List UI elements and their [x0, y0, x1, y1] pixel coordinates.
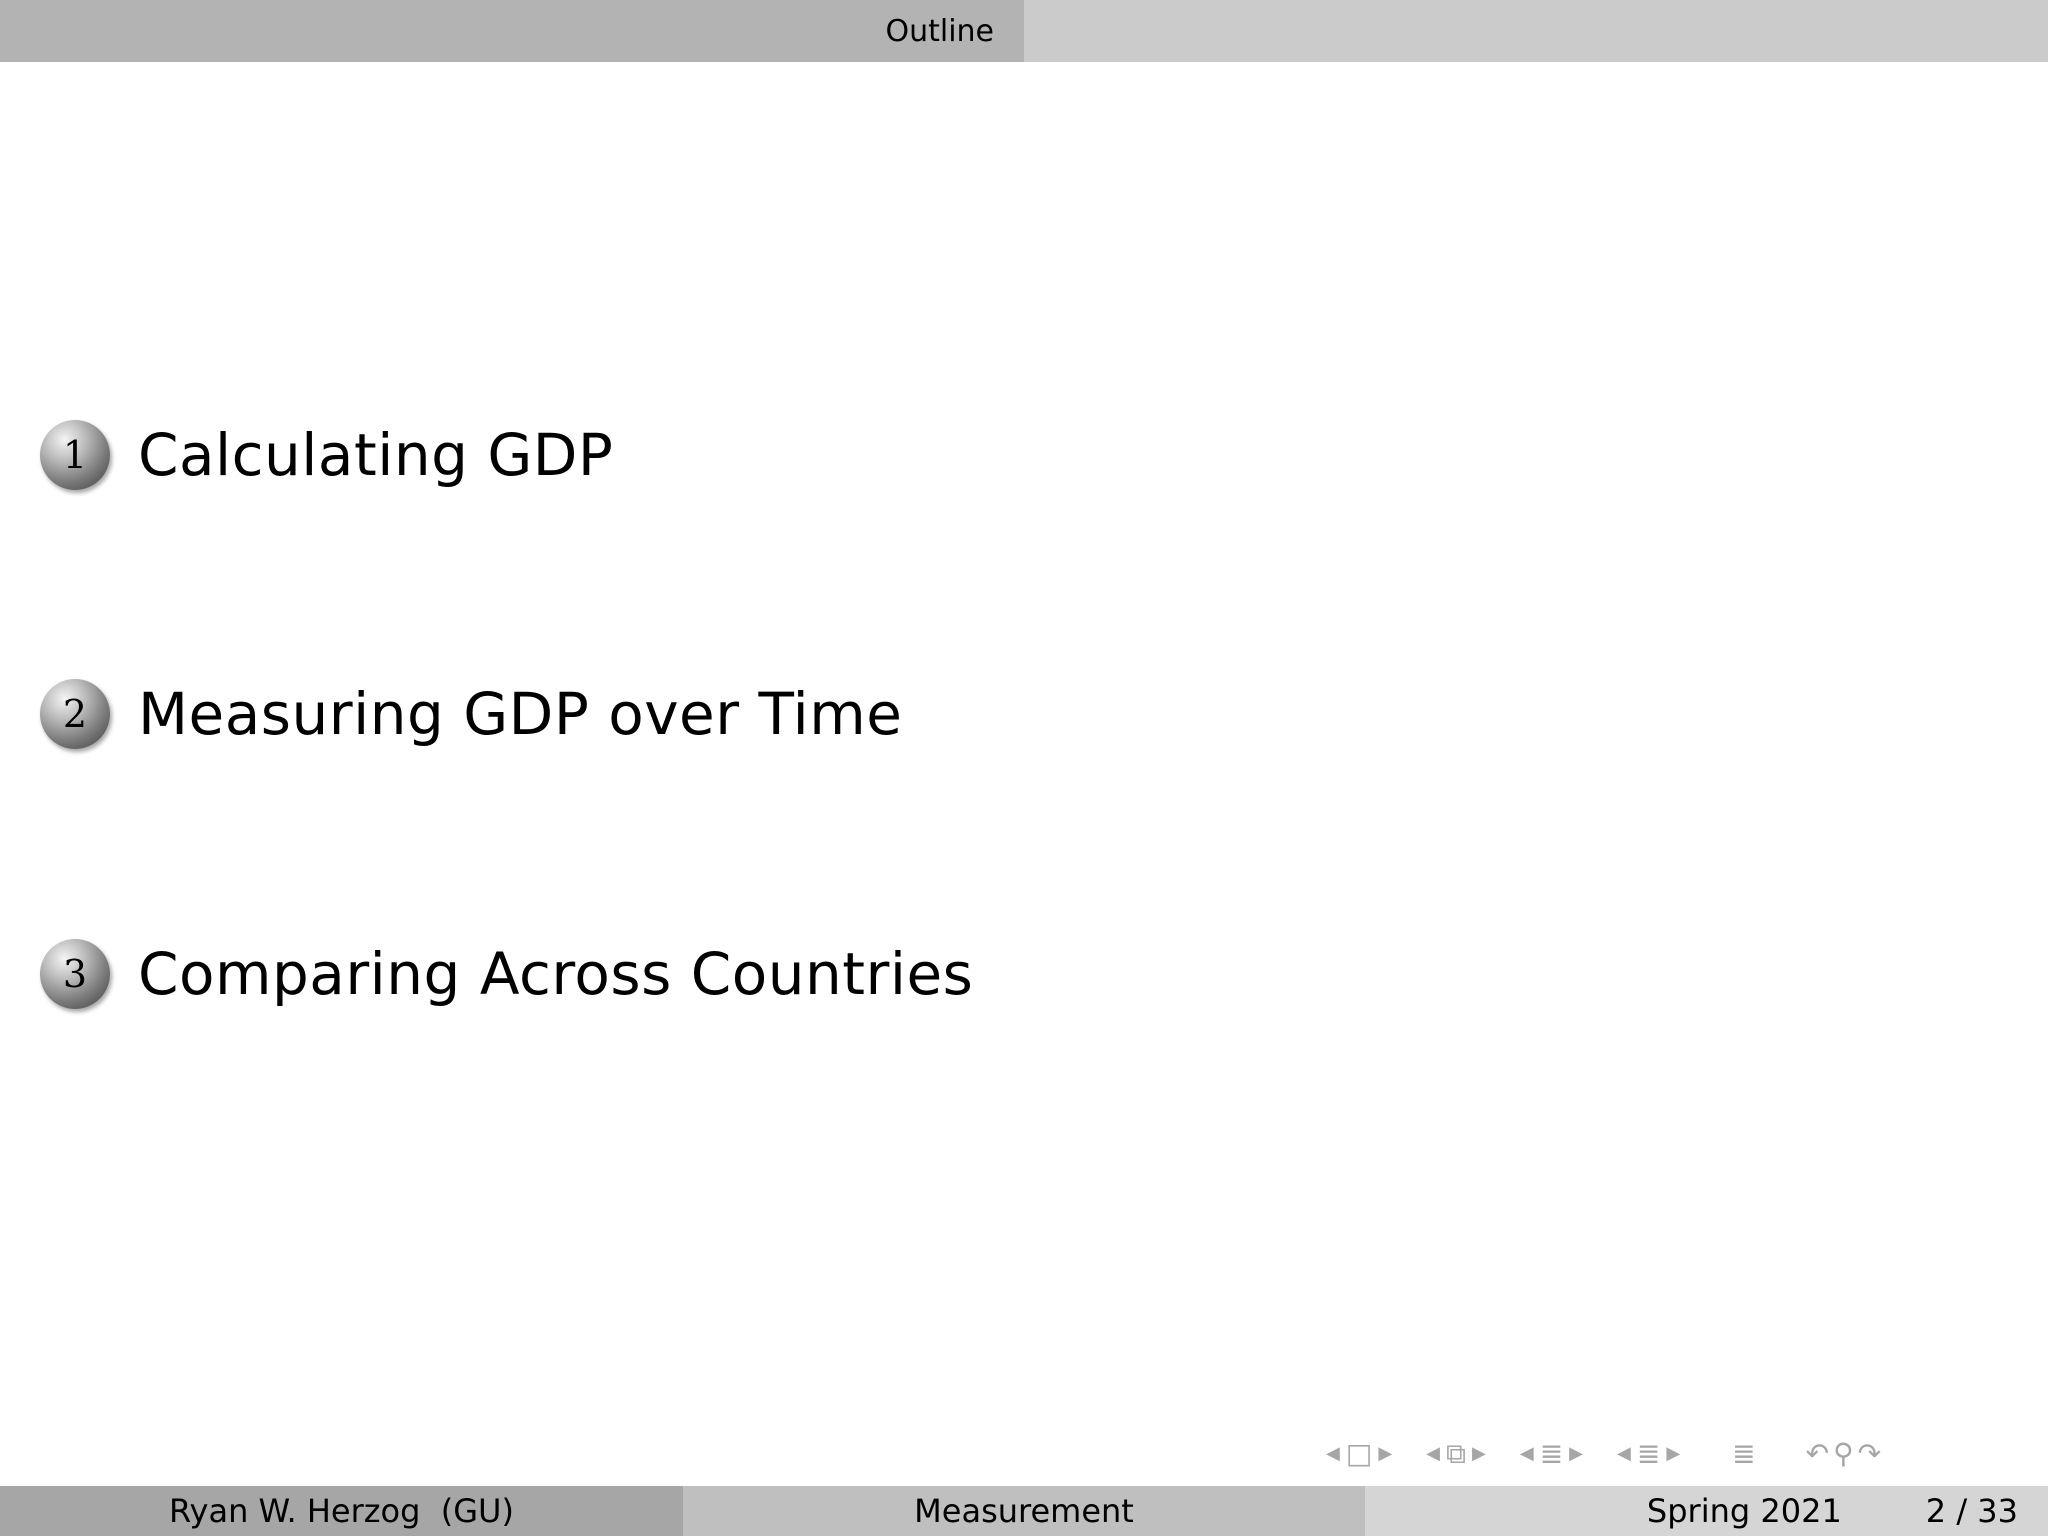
- item-number-ball: 1: [40, 420, 110, 490]
- frame-icon[interactable]: □: [1346, 1440, 1372, 1468]
- outline-item-measuring-gdp-over-time[interactable]: 2 Measuring GDP over Time: [40, 674, 902, 754]
- footer-date-box: Spring 2021 2 / 33: [1365, 1486, 2048, 1536]
- outline-item-comparing-across-countries[interactable]: 3 Comparing Across Countries: [40, 934, 973, 1014]
- nav-prev-frame-icon[interactable]: ◀: [1326, 1445, 1340, 1463]
- search-nav-group: ↶ ⚲ ↷: [1806, 1440, 1881, 1468]
- slide: Outline 1 Calculating GDP 2 Measuring GD…: [0, 0, 2048, 1536]
- section-icon[interactable]: ≣: [1540, 1440, 1563, 1468]
- item-number: 1: [62, 433, 88, 477]
- nav-prev-section-icon[interactable]: ◀: [1520, 1445, 1534, 1463]
- footer-title-box: Measurement: [683, 1486, 1365, 1536]
- footer-author-box: Ryan W. Herzog (GU): [0, 1486, 683, 1536]
- search-icon[interactable]: ⚲: [1833, 1440, 1854, 1468]
- item-number-ball: 2: [40, 679, 110, 749]
- outline-nav-group: ≣: [1732, 1440, 1755, 1468]
- footer-author: Ryan W. Herzog (GU): [169, 1492, 514, 1530]
- outline-icon[interactable]: ≣: [1732, 1440, 1755, 1468]
- nav-next-doc-icon[interactable]: ▶: [1666, 1445, 1680, 1463]
- outline-item-calculating-gdp[interactable]: 1 Calculating GDP: [40, 415, 613, 495]
- frame-nav-group: ◀ □ ▶: [1320, 1440, 1398, 1468]
- redo-icon[interactable]: ↷: [1858, 1440, 1881, 1468]
- subsection-nav-group: ◀ ⧉ ▶: [1420, 1440, 1492, 1468]
- document-nav-group: ◀ ≣ ▶: [1611, 1440, 1686, 1468]
- document-icon[interactable]: ≣: [1637, 1440, 1660, 1468]
- outline-list: 1 Calculating GDP 2 Measuring GDP over T…: [40, 0, 1940, 1400]
- nav-next-section-icon[interactable]: ▶: [1569, 1445, 1583, 1463]
- footer-title: Measurement: [914, 1492, 1134, 1530]
- nav-next-frame-icon[interactable]: ▶: [1378, 1445, 1392, 1463]
- nav-prev-subsection-icon[interactable]: ◀: [1426, 1445, 1440, 1463]
- beamer-navigation-bar: ◀ □ ▶ ◀ ⧉ ▶ ◀ ≣ ▶ ◀ ≣ ▶ ≣ ↶ ⚲ ↷: [1320, 1434, 2040, 1474]
- footer-bar: Ryan W. Herzog (GU) Measurement Spring 2…: [0, 1486, 2048, 1536]
- footer-date: Spring 2021: [1646, 1492, 1842, 1530]
- item-number-ball: 3: [40, 939, 110, 1009]
- outline-item-label[interactable]: Comparing Across Countries: [138, 940, 973, 1008]
- section-nav-group: ◀ ≣ ▶: [1514, 1440, 1589, 1468]
- footer-page-number: 2 / 33: [1925, 1492, 2018, 1530]
- outline-item-label[interactable]: Calculating GDP: [138, 421, 613, 489]
- item-number: 3: [62, 952, 88, 996]
- subsection-icon[interactable]: ⧉: [1446, 1440, 1466, 1468]
- undo-icon[interactable]: ↶: [1806, 1440, 1829, 1468]
- outline-item-label[interactable]: Measuring GDP over Time: [138, 680, 902, 748]
- nav-prev-doc-icon[interactable]: ◀: [1617, 1445, 1631, 1463]
- nav-next-subsection-icon[interactable]: ▶: [1472, 1445, 1486, 1463]
- item-number: 2: [62, 692, 88, 736]
